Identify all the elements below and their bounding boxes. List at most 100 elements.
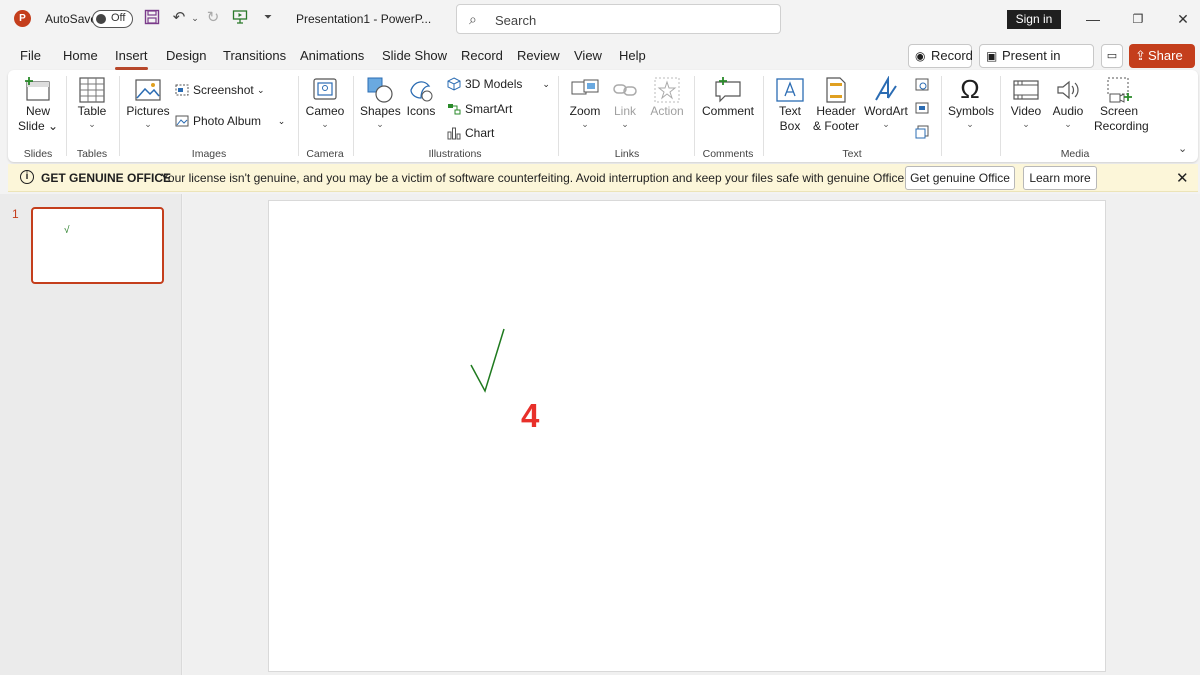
document-title: Presentation1 - PowerP... [296, 12, 432, 26]
ribbon-separator [66, 76, 67, 156]
photo-album-icon [175, 115, 189, 127]
tab-record[interactable]: Record [461, 48, 503, 63]
3d-models-button[interactable]: 3D Models ⌄ [447, 77, 550, 91]
undo-dropdown-icon[interactable]: ⌄ [186, 9, 204, 27]
header-footer-button[interactable]: Header & Footer [812, 76, 860, 134]
minimize-icon[interactable]: — [1081, 8, 1105, 30]
slide-thumbnail[interactable]: √ [31, 207, 164, 284]
present-from-start-icon[interactable] [231, 9, 249, 27]
slide-thumbnail-pane: 1 √ [0, 194, 182, 675]
search-placeholder: Search [495, 13, 537, 28]
tab-design[interactable]: Design [166, 48, 206, 63]
3d-models-label: 3D Models [465, 77, 523, 91]
tab-file[interactable]: File [20, 48, 41, 63]
table-button[interactable]: Table ⌄ [72, 76, 112, 129]
slide-canvas[interactable]: 4 [268, 200, 1106, 672]
group-label-images: Images [191, 148, 227, 160]
wordart-button[interactable]: WordArt ⌄ [863, 76, 909, 129]
tab-review[interactable]: Review [517, 48, 560, 63]
chevron-down-icon: ⌄ [1022, 119, 1030, 129]
zoom-button[interactable]: Zoom ⌄ [566, 76, 604, 129]
cameo-label: Cameo [305, 104, 345, 118]
get-genuine-office-button[interactable]: Get genuine Office [905, 166, 1015, 190]
chart-icon [447, 127, 461, 140]
close-icon[interactable]: ✕ [1171, 8, 1195, 30]
header-footer-icon [826, 77, 846, 103]
video-button[interactable]: Video ⌄ [1006, 76, 1046, 129]
group-label-camera: Camera [306, 148, 344, 160]
chevron-down-icon: ⌄ [277, 115, 286, 126]
new-slide-button[interactable]: New Slide ⌄ [16, 76, 60, 134]
ribbon-separator [298, 76, 299, 156]
learn-more-button[interactable]: Learn more [1023, 166, 1097, 190]
tab-transitions[interactable]: Transitions [223, 48, 286, 63]
screenshot-button[interactable]: Screenshot ⌄ [175, 83, 265, 97]
collapse-ribbon-icon[interactable]: ⌄ [1178, 142, 1187, 155]
chart-label: Chart [465, 126, 495, 140]
ribbon-insert: New Slide ⌄ Slides Table ⌄ Tables Pictur… [8, 70, 1198, 162]
header-footer-label-2: & Footer [812, 119, 860, 133]
record-button[interactable]: ◉ Record [908, 44, 973, 68]
genuine-office-notice: i GET GENUINE OFFICE Your license isn't … [8, 164, 1198, 192]
shapes-icon [367, 77, 393, 103]
screen-recording-button[interactable]: Screen Recording [1094, 76, 1149, 134]
action-button[interactable]: Action [646, 76, 688, 119]
toggle-knob [96, 14, 106, 24]
symbols-label: Symbols [948, 104, 995, 118]
search-input[interactable]: ⌕ Search [456, 4, 781, 34]
tab-home[interactable]: Home [63, 48, 98, 63]
tab-insert[interactable]: Insert [115, 48, 148, 70]
wordart-icon [875, 76, 897, 101]
symbols-button[interactable]: Ω Symbols ⌄ [948, 74, 995, 129]
table-label: Table [77, 104, 107, 118]
checkmark-drawing [470, 328, 505, 393]
smartart-button[interactable]: SmartArt [447, 102, 512, 116]
sign-in-button[interactable]: Sign in [1007, 10, 1061, 29]
tab-slide-show[interactable]: Slide Show [382, 48, 447, 63]
restore-icon[interactable]: ❐ [1126, 8, 1150, 30]
title-bar: P AutoSave Off ↶ ⌄ ↻ ⏷ Presentation1 - P… [0, 0, 1200, 38]
shapes-label: Shapes [360, 104, 401, 118]
screen-recording-icon [1107, 77, 1132, 103]
photo-album-button[interactable]: Photo Album ⌄ [175, 114, 285, 128]
text-box-icon [776, 78, 804, 102]
tab-animations[interactable]: Animations [300, 48, 364, 63]
chart-button[interactable]: Chart [447, 126, 494, 140]
close-notice-icon[interactable]: ✕ [1176, 169, 1189, 187]
cameo-button[interactable]: Cameo ⌄ [304, 76, 346, 129]
icons-icon [410, 81, 433, 102]
save-icon[interactable] [143, 9, 161, 27]
group-label-comments: Comments [702, 148, 754, 160]
comment-button[interactable]: Comment [700, 76, 756, 119]
omega-icon: Ω [960, 74, 980, 104]
chevron-down-icon: ⌄ [1064, 119, 1072, 129]
chevron-down-icon: ⌄ [581, 119, 589, 129]
audio-button[interactable]: Audio ⌄ [1048, 76, 1088, 129]
ribbon-separator [1000, 76, 1001, 156]
ribbon-separator [694, 76, 695, 156]
redo-icon[interactable]: ↻ [204, 9, 222, 27]
autosave-toggle[interactable]: Off [92, 10, 133, 28]
chevron-down-icon: ⌄ [321, 119, 329, 129]
tab-view[interactable]: View [574, 48, 602, 63]
customize-toolbar-icon[interactable]: ⏷ [259, 9, 277, 27]
object-icon[interactable] [913, 124, 931, 140]
thumbnail-checkmark: √ [64, 225, 70, 236]
link-button[interactable]: Link ⌄ [608, 76, 642, 129]
present-in-teams-button[interactable]: ▣Present in Teams [979, 44, 1094, 85]
shapes-button[interactable]: Shapes ⌄ [360, 76, 401, 129]
share-button[interactable]: ⇪Share ⌄ [1129, 44, 1195, 87]
comments-pane-icon[interactable]: ▭ [1101, 44, 1123, 68]
icons-button[interactable]: Icons [404, 76, 438, 119]
ribbon-separator [558, 76, 559, 156]
new-slide-label-1: New [25, 104, 50, 118]
slide-number-icon[interactable] [913, 100, 931, 116]
annotation-number: 4 [521, 397, 540, 434]
tab-help[interactable]: Help [619, 48, 646, 63]
date-time-icon[interactable] [913, 76, 931, 92]
group-label-slides: Slides [23, 148, 53, 160]
ribbon-separator [941, 76, 942, 156]
pictures-button[interactable]: Pictures ⌄ [126, 76, 170, 129]
text-box-button[interactable]: Text Box [770, 76, 810, 134]
chevron-down-icon: ⌄ [376, 119, 384, 129]
